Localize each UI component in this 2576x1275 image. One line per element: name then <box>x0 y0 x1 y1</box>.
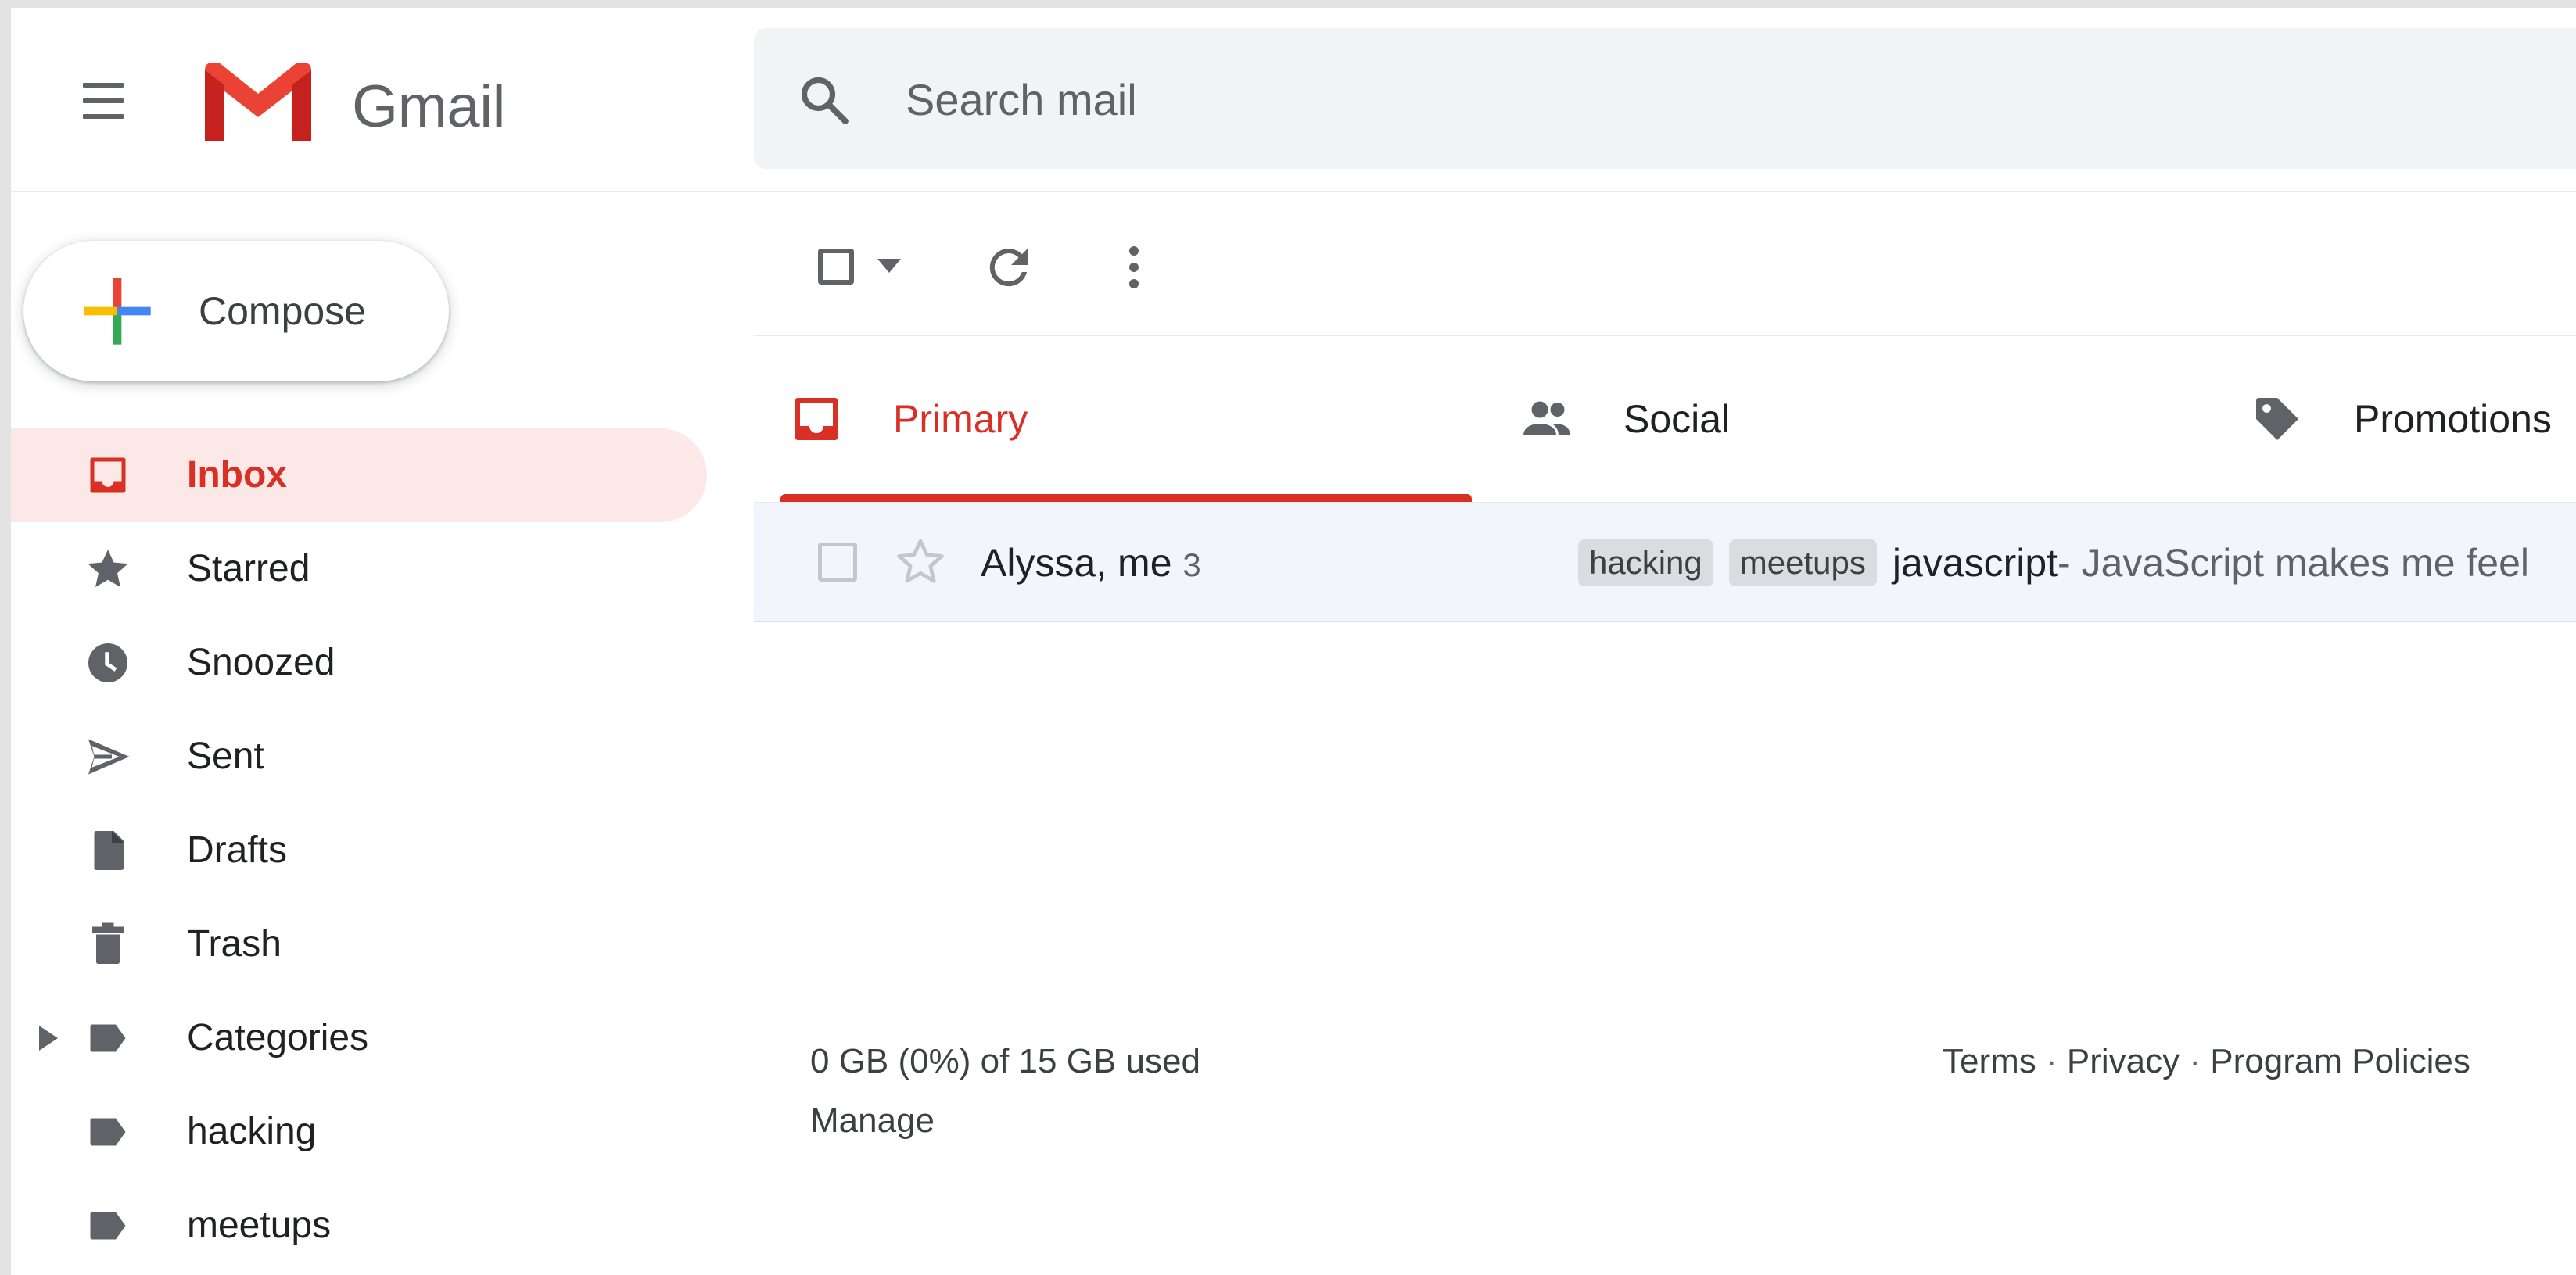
message-sender: Alyssa, me 3 <box>981 539 1201 589</box>
search-input[interactable] <box>904 67 2315 131</box>
gmail-window: Gmail Compose Inbox <box>11 8 2576 1275</box>
tag-icon <box>2256 398 2298 440</box>
search-bar[interactable] <box>754 28 2576 169</box>
star-icon <box>88 550 128 587</box>
sidebar-nav: Inbox Starred Snoozed Sent Drafts Trash … <box>11 428 715 1273</box>
tab-social[interactable]: Social <box>1484 336 2176 502</box>
message-content: hacking meetups javascript - JavaScript … <box>1578 538 2529 588</box>
program-policies-link[interactable]: Program Policies <box>2210 1042 2470 1080</box>
people-icon <box>1523 401 1570 435</box>
separator: · <box>2189 1042 2201 1080</box>
chevron-down-icon[interactable] <box>877 258 901 274</box>
sidebar-item-label: Starred <box>187 548 310 589</box>
sender-names: Alyssa, me <box>981 541 1172 585</box>
sidebar-item-label: Trash <box>187 923 282 965</box>
message-checkbox[interactable] <box>818 543 857 582</box>
sidebar-item-hacking[interactable]: hacking <box>11 1085 707 1179</box>
star-outline-icon[interactable] <box>893 535 948 589</box>
message-snippet: - JavaScript makes me feel <box>2058 541 2530 585</box>
sidebar-item-meetups[interactable]: meetups <box>11 1179 707 1273</box>
label-chip-meetups[interactable]: meetups <box>1728 539 1877 586</box>
sidebar-item-inbox[interactable]: Inbox <box>11 428 707 522</box>
manage-storage-link[interactable]: Manage <box>810 1099 935 1143</box>
select-all-checkbox[interactable] <box>818 249 854 285</box>
message-toolbar <box>754 192 2576 336</box>
tab-label: Social <box>1623 397 1731 441</box>
label-icon <box>90 1024 126 1052</box>
sidebar-item-sent[interactable]: Sent <box>11 710 707 804</box>
sidebar-item-label: Inbox <box>187 454 287 496</box>
search-icon[interactable] <box>796 72 852 128</box>
sidebar-item-label: Drafts <box>187 829 288 871</box>
separator: · <box>2046 1042 2058 1080</box>
sidebar-item-label: hacking <box>187 1111 317 1152</box>
sidebar-item-snoozed[interactable]: Snoozed <box>11 616 707 710</box>
sidebar-item-categories[interactable]: Categories <box>11 991 707 1085</box>
inbox-icon <box>90 457 126 493</box>
tab-promotions[interactable]: Promotions <box>2215 336 2576 502</box>
compose-label: Compose <box>199 289 366 333</box>
sidebar-item-drafts[interactable]: Drafts <box>11 804 707 897</box>
terms-link[interactable]: Terms <box>1943 1042 2036 1080</box>
expand-arrow-icon[interactable] <box>39 1026 58 1051</box>
top-bar: Gmail <box>11 8 2576 192</box>
more-vert-icon[interactable] <box>1118 239 1150 295</box>
message-row[interactable]: Alyssa, me 3 hacking meetups javascript … <box>754 503 2576 622</box>
label-icon <box>90 1212 126 1240</box>
storage-usage: 0 GB (0%) of 15 GB used <box>810 1042 1200 1080</box>
thread-count: 3 <box>1182 546 1201 583</box>
draft-icon <box>94 831 124 870</box>
inbox-tabs: Primary Social Promotions <box>754 336 2576 503</box>
sidebar-item-label: Categories <box>187 1017 369 1058</box>
gmail-logo-icon[interactable] <box>202 59 314 144</box>
tab-label: Promotions <box>2354 397 2552 441</box>
sidebar-item-trash[interactable]: Trash <box>11 897 707 991</box>
message-subject: javascript <box>1892 541 2058 585</box>
active-tab-indicator <box>780 494 1472 502</box>
footer-links: Terms · Privacy · Program Policies <box>1943 1040 2470 1083</box>
sidebar-item-label: Snoozed <box>187 642 335 683</box>
hamburger-menu-icon[interactable] <box>74 78 133 125</box>
trash-icon <box>92 922 124 964</box>
privacy-link[interactable]: Privacy <box>2067 1042 2180 1080</box>
inbox-icon <box>795 398 838 440</box>
compose-button[interactable]: Compose <box>23 241 449 381</box>
sidebar-item-label: Sent <box>187 736 264 777</box>
tab-primary[interactable]: Primary <box>754 336 1472 502</box>
tab-label: Primary <box>893 397 1028 441</box>
refresh-icon[interactable] <box>981 239 1037 295</box>
sidebar-item-starred[interactable]: Starred <box>11 522 707 616</box>
label-chip-hacking[interactable]: hacking <box>1578 539 1713 586</box>
label-icon <box>90 1118 126 1146</box>
clock-icon <box>88 643 127 682</box>
sidebar-item-label: meetups <box>187 1205 332 1246</box>
plus-icon <box>84 278 151 345</box>
gmail-brand-text: Gmail <box>352 73 505 140</box>
send-icon <box>88 739 130 775</box>
